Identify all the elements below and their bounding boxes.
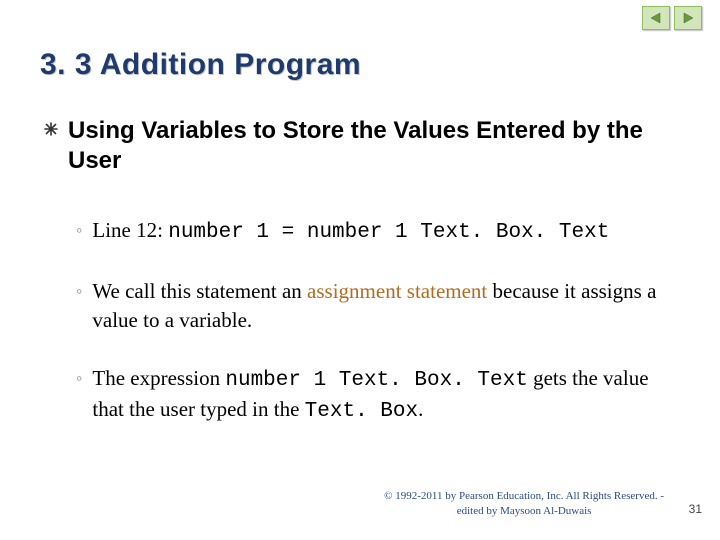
- line-label: Line 12:: [92, 218, 168, 242]
- slide: 3. 3 Addition Program Using Variables to…: [0, 0, 720, 540]
- sub-bullet-list: ◦ Line 12: number 1 = number 1 Text. Box…: [76, 216, 676, 427]
- page-number: 31: [689, 502, 702, 516]
- main-bullet-text: Using Variables to Store the Values Ente…: [68, 116, 676, 176]
- list-item-text: We call this statement an assignment sta…: [92, 277, 676, 334]
- code-snippet: number 1 Text. Box. Text: [225, 369, 527, 392]
- circle-bullet-icon: ◦: [76, 216, 82, 245]
- asterisk-icon: [44, 116, 58, 142]
- next-slide-button[interactable]: [674, 6, 702, 30]
- list-item: ◦ The expression number 1 Text. Box. Tex…: [76, 364, 676, 427]
- list-item: ◦ Line 12: number 1 = number 1 Text. Box…: [76, 216, 676, 247]
- code-snippet: number 1 = number 1 Text. Box. Text: [168, 221, 609, 244]
- circle-bullet-icon: ◦: [76, 364, 82, 393]
- nav-arrows: [642, 6, 702, 30]
- prev-slide-button[interactable]: [642, 6, 670, 30]
- footer-line: edited by Maysoon Al-Duwais: [384, 504, 664, 518]
- text-fragment: We call this statement an: [92, 279, 307, 303]
- list-item-text: Line 12: number 1 = number 1 Text. Box. …: [92, 216, 609, 247]
- slide-content: Using Variables to Store the Values Ente…: [44, 116, 676, 457]
- list-item-text: The expression number 1 Text. Box. Text …: [92, 364, 676, 427]
- triangle-right-icon: [682, 12, 694, 24]
- code-snippet: Text. Box: [305, 400, 418, 423]
- text-fragment: The expression: [92, 366, 225, 390]
- slide-title: 3. 3 Addition Program: [40, 48, 361, 82]
- footer-line: © 1992-2011 by Pearson Education, Inc. A…: [384, 489, 664, 503]
- list-item: ◦ We call this statement an assignment s…: [76, 277, 676, 334]
- accent-text: assignment statement: [307, 279, 487, 303]
- text-fragment: .: [418, 397, 423, 421]
- main-bullet: Using Variables to Store the Values Ente…: [44, 116, 676, 176]
- circle-bullet-icon: ◦: [76, 277, 82, 306]
- copyright-footer: © 1992-2011 by Pearson Education, Inc. A…: [384, 489, 664, 518]
- triangle-left-icon: [650, 12, 662, 24]
